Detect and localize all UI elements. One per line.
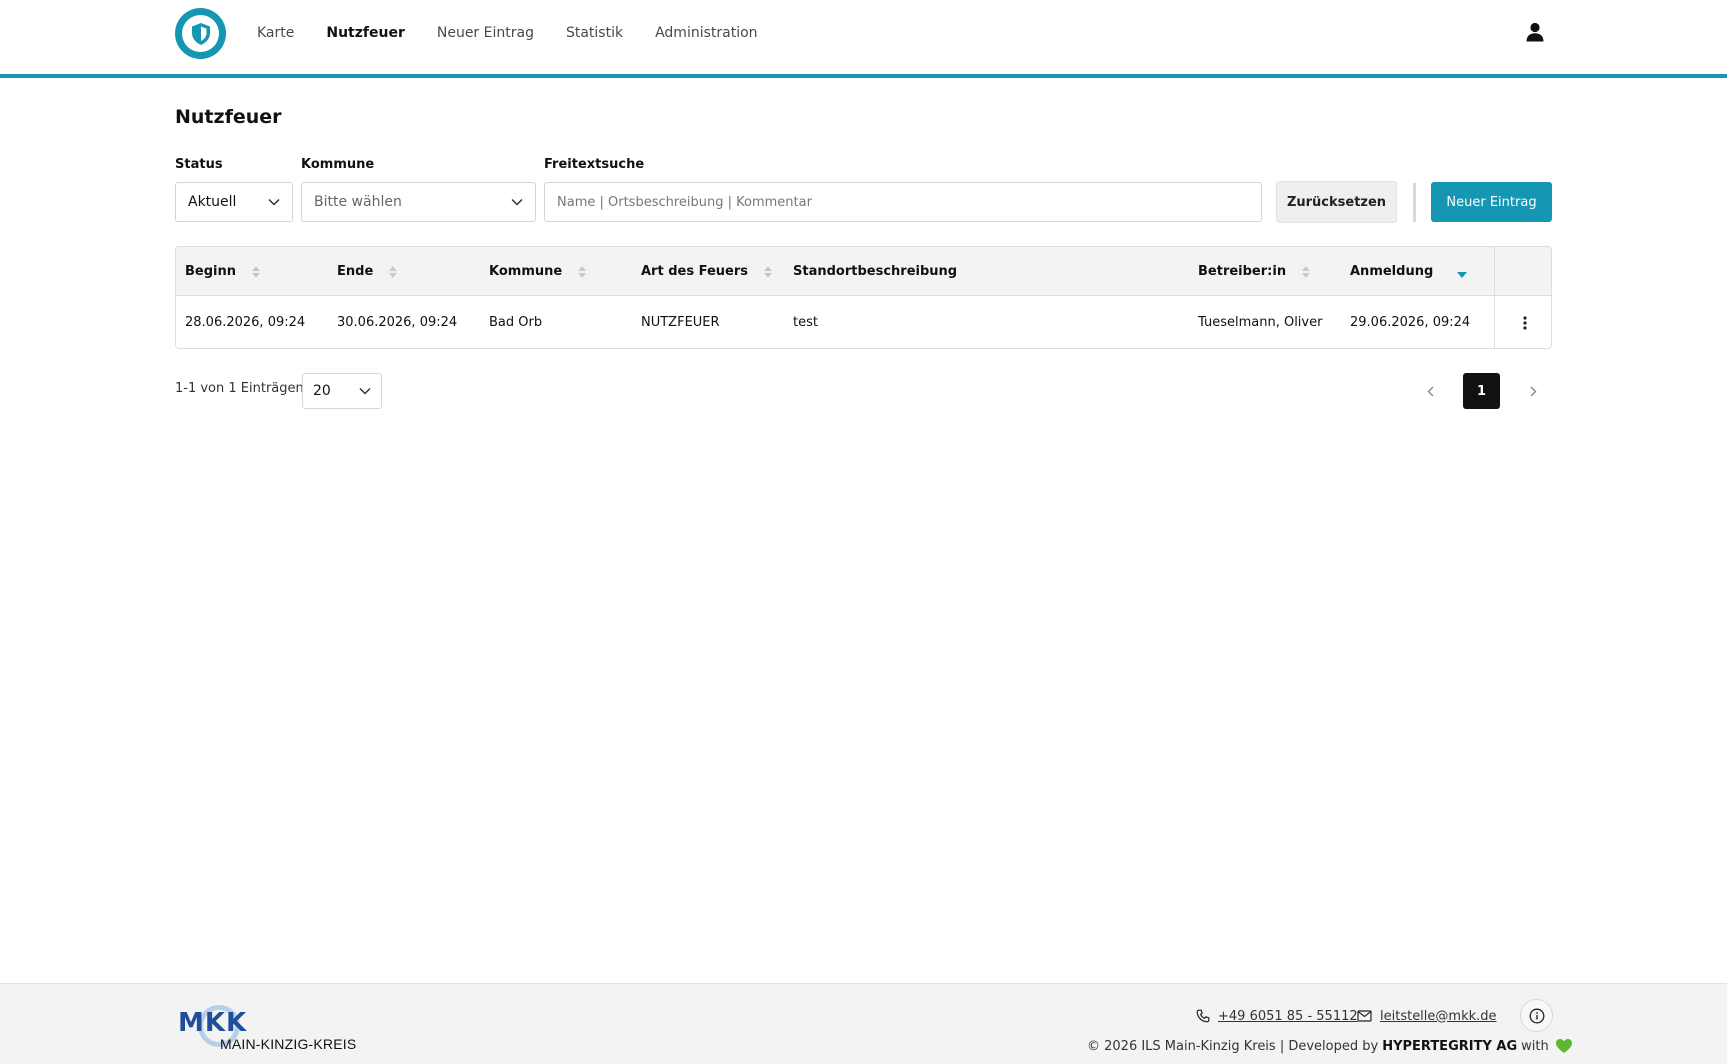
table-header: Beginn Ende Kommune Art des Feuers Stand… — [176, 247, 1551, 296]
nutzfeuer-table: Beginn Ende Kommune Art des Feuers Stand… — [175, 246, 1552, 349]
sort-icon — [1302, 265, 1311, 279]
freitext-search-input[interactable] — [544, 182, 1262, 222]
column-header-ende[interactable]: Ende — [337, 247, 398, 296]
app-logo[interactable] — [175, 8, 226, 59]
email-address: leitstelle@mkk.de — [1380, 1008, 1497, 1024]
info-icon — [1529, 1008, 1544, 1023]
more-vertical-icon — [1523, 315, 1527, 330]
with-text: with — [1521, 1038, 1549, 1054]
column-header-art-des-feuers[interactable]: Art des Feuers — [641, 247, 772, 296]
phone-number: +49 6051 85 - 55112 — [1218, 1008, 1358, 1024]
status-select[interactable]: Aktuell — [175, 182, 293, 222]
column-header-kommune[interactable]: Kommune — [489, 247, 587, 296]
cell-kommune: Bad Orb — [489, 315, 543, 330]
column-label: Anmeldung — [1350, 264, 1434, 279]
freitext-label: Freitextsuche — [544, 157, 645, 172]
page-title: Nutzfeuer — [175, 106, 282, 128]
column-header-betreiberin[interactable]: Betreiber:in — [1198, 247, 1311, 296]
company-name: HYPERTEGRITY AG — [1382, 1038, 1518, 1054]
sort-descending-icon — [1457, 271, 1468, 278]
shield-icon — [191, 22, 210, 45]
mkk-logo: MKK MAIN-KINZIG-KREIS — [178, 1002, 358, 1054]
cell-anmeldung: 29.06.2026, 09:24 — [1350, 315, 1471, 330]
cell-ende: 30.06.2026, 09:24 — [337, 315, 458, 330]
chevron-right-icon — [1530, 386, 1536, 396]
phone-icon — [1196, 1009, 1210, 1023]
chevron-down-icon — [511, 198, 523, 206]
heart-icon — [1555, 1039, 1572, 1053]
chevron-down-icon — [268, 198, 280, 206]
nav-item-nutzfeuer[interactable]: Nutzfeuer — [326, 25, 404, 41]
sort-icon — [578, 265, 587, 279]
column-header-beginn[interactable]: Beginn — [185, 247, 260, 296]
nav-item-neuer-eintrag[interactable]: Neuer Eintrag — [437, 25, 534, 41]
column-header-standortbeschreibung: Standortbeschreibung — [793, 247, 957, 296]
chevron-down-icon — [359, 387, 371, 395]
row-actions-button[interactable] — [1514, 296, 1536, 348]
status-label: Status — [175, 157, 223, 172]
logo-subtitle: MAIN-KINZIG-KREIS — [220, 1036, 357, 1052]
sort-icon — [764, 265, 772, 279]
column-label: Beginn — [185, 264, 236, 279]
column-label: Kommune — [489, 264, 563, 279]
cell-betreiberin: Tueselmann, Oliver — [1198, 315, 1323, 330]
nav-item-statistik[interactable]: Statistik — [566, 25, 623, 41]
kommune-select[interactable]: Bitte wählen — [301, 182, 536, 222]
page-size-select[interactable]: 20 — [302, 373, 382, 409]
user-icon[interactable] — [1524, 21, 1546, 43]
reset-button[interactable]: Zurücksetzen — [1276, 181, 1397, 223]
copyright-text: © 2026 ILS Main-Kinzig Kreis | Developed… — [1087, 1038, 1379, 1054]
top-navigation-bar: Karte Nutzfeuer Neuer Eintrag Statistik … — [0, 0, 1727, 78]
next-page-button[interactable] — [1515, 373, 1551, 409]
previous-page-button[interactable] — [1412, 373, 1448, 409]
column-label: Ende — [337, 264, 374, 279]
status-select-value: Aktuell — [188, 194, 237, 210]
logo-inner — [182, 15, 219, 52]
chevron-left-icon — [1427, 386, 1433, 396]
logo-letters: MKK — [178, 1008, 248, 1038]
column-label: Betreiber:in — [1198, 264, 1287, 279]
cell-beginn: 28.06.2026, 09:24 — [185, 315, 306, 330]
mail-icon — [1357, 1010, 1372, 1022]
main-nav: Karte Nutzfeuer Neuer Eintrag Statistik … — [257, 0, 758, 66]
page-button-current[interactable]: 1 — [1463, 373, 1500, 409]
toolbar-divider — [1413, 183, 1416, 222]
kommune-label: Kommune — [301, 157, 375, 172]
info-button[interactable] — [1520, 999, 1553, 1032]
nav-item-administration[interactable]: Administration — [655, 25, 757, 41]
phone-link[interactable]: +49 6051 85 - 55112 — [1196, 1005, 1358, 1027]
column-label: Art des Feuers — [641, 264, 748, 279]
entries-count: 1-1 von 1 Einträgen — [175, 381, 304, 396]
cell-art-des-feuers: NUTZFEUER — [641, 315, 720, 330]
page-size-value: 20 — [313, 383, 331, 399]
copyright-line: © 2026 ILS Main-Kinzig Kreis | Developed… — [1087, 1038, 1573, 1054]
sort-icon — [389, 265, 398, 279]
column-header-anmeldung[interactable]: Anmeldung — [1350, 247, 1468, 296]
nav-item-karte[interactable]: Karte — [257, 25, 294, 41]
column-label: Standortbeschreibung — [793, 264, 958, 279]
email-link[interactable]: leitstelle@mkk.de — [1357, 1005, 1497, 1027]
sort-icon — [252, 265, 260, 279]
actions-column-divider — [1494, 247, 1495, 348]
new-entry-button[interactable]: Neuer Eintrag — [1431, 182, 1552, 222]
table-row[interactable]: 28.06.2026, 09:24 30.06.2026, 09:24 Bad … — [176, 296, 1551, 348]
cell-standortbeschreibung: test — [793, 315, 818, 330]
kommune-select-placeholder: Bitte wählen — [314, 194, 402, 210]
